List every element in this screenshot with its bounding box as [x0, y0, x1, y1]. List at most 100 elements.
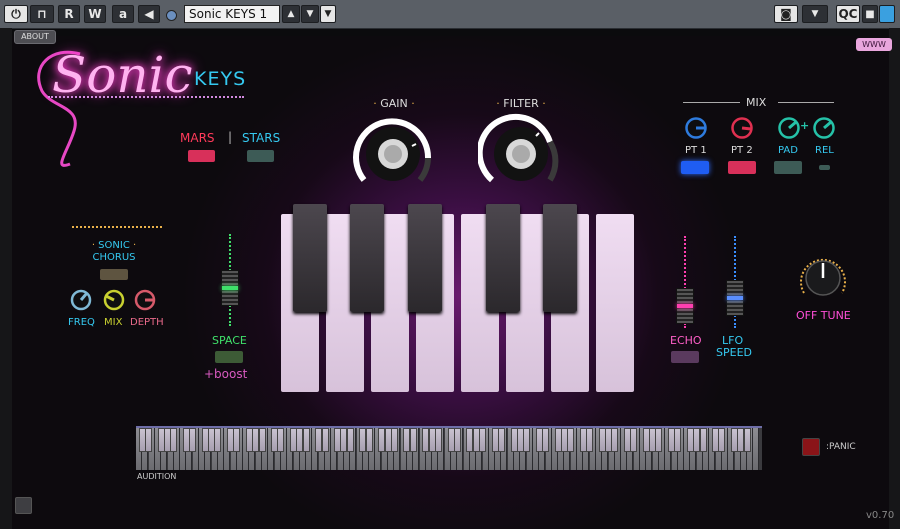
- rel-toggle[interactable]: [819, 165, 830, 170]
- depth-knob-icon: [134, 289, 156, 311]
- panic-label: :PANIC: [826, 442, 856, 452]
- resize-button[interactable]: [15, 497, 32, 514]
- piano-black-key[interactable]: [486, 204, 520, 312]
- piano-black-key[interactable]: [408, 204, 442, 312]
- echo-fader[interactable]: [676, 288, 694, 324]
- settings-menu-button[interactable]: ▼: [802, 5, 828, 23]
- chorus-toggle[interactable]: [100, 269, 128, 280]
- back-arrow-button[interactable]: ◀: [138, 5, 160, 23]
- audition-black-key[interactable]: [497, 428, 505, 452]
- audition-black-key[interactable]: [170, 428, 178, 452]
- audition-black-key[interactable]: [542, 428, 549, 452]
- version-label: v0.70: [866, 510, 895, 521]
- echo-toggle[interactable]: [671, 351, 699, 363]
- mix-rule-left: [683, 102, 740, 103]
- audition-black-key[interactable]: [189, 428, 197, 452]
- chorus-dotted-line: [72, 226, 162, 228]
- pt1-label: PT 1: [685, 145, 707, 156]
- audition-black-key[interactable]: [699, 428, 707, 452]
- window-mode-button[interactable]: [879, 5, 895, 23]
- www-button[interactable]: WWW: [856, 38, 892, 51]
- pt2-knob[interactable]: [730, 116, 754, 140]
- preset-menu-button[interactable]: ▼: [320, 5, 336, 23]
- audition-black-key[interactable]: [611, 428, 619, 452]
- bypass-icon: ⊓: [37, 7, 47, 21]
- boost-label[interactable]: +boost: [204, 367, 247, 381]
- read-automation-button[interactable]: R: [58, 5, 80, 23]
- audition-black-key[interactable]: [743, 428, 751, 452]
- pt2-knob-icon: [731, 117, 753, 139]
- audition-keyboard[interactable]: [136, 426, 762, 470]
- echo-label: ECHO: [670, 334, 702, 347]
- stars-label: STARS: [242, 131, 281, 145]
- pt1-knob[interactable]: [684, 116, 708, 140]
- chorus-mix-knob[interactable]: [103, 289, 125, 311]
- audition-black-key[interactable]: [258, 428, 266, 452]
- audition-black-key[interactable]: [409, 428, 417, 452]
- rel-label: REL: [815, 145, 834, 156]
- preset-prev-button[interactable]: ▲: [282, 5, 300, 23]
- audition-white-key[interactable]: [753, 428, 760, 470]
- audition-black-key[interactable]: [479, 428, 486, 452]
- chorus-depth-knob[interactable]: [134, 289, 156, 311]
- chorus-freq-knob[interactable]: [70, 289, 92, 311]
- lock-button[interactable]: ■: [862, 5, 878, 23]
- filter-knob[interactable]: [476, 112, 564, 192]
- camera-button[interactable]: ◙: [774, 5, 798, 23]
- piano-black-key[interactable]: [350, 204, 384, 312]
- piano-white-key[interactable]: [596, 214, 634, 392]
- audition-black-key[interactable]: [434, 428, 442, 452]
- audition-black-key[interactable]: [630, 428, 638, 452]
- audition-black-key[interactable]: [321, 428, 329, 452]
- audition-black-key[interactable]: [214, 428, 222, 452]
- pt1-knob-icon: [685, 117, 707, 139]
- space-label: SPACE: [212, 334, 247, 347]
- preset-name-field[interactable]: Sonic KEYS 1: [184, 5, 280, 23]
- piano-black-key[interactable]: [293, 204, 327, 312]
- audition-black-key[interactable]: [718, 428, 726, 452]
- audition-black-key[interactable]: [523, 428, 531, 452]
- mode-separator: |: [228, 130, 233, 144]
- mix-title: MIX: [746, 96, 767, 109]
- gain-knob[interactable]: [350, 112, 436, 192]
- freq-knob-icon: [70, 289, 92, 311]
- bypass-button[interactable]: ⊓: [30, 5, 54, 23]
- audition-black-key[interactable]: [655, 428, 663, 452]
- audition-black-key[interactable]: [145, 428, 153, 452]
- rel-knob[interactable]: [812, 116, 836, 140]
- audition-black-key[interactable]: [567, 428, 575, 452]
- audition-black-key[interactable]: [586, 428, 594, 452]
- power-button[interactable]: ⏻: [4, 5, 28, 23]
- depth-label: DEPTH: [130, 317, 164, 328]
- lfo-label-line2: SPEED: [716, 346, 752, 359]
- audition-label: AUDITION: [137, 472, 177, 481]
- audition-black-key[interactable]: [302, 428, 310, 452]
- off-tune-knob[interactable]: [796, 253, 850, 303]
- space-fader[interactable]: [221, 270, 239, 306]
- pad-label: PAD: [778, 145, 798, 156]
- audition-black-key[interactable]: [365, 428, 373, 452]
- pt2-toggle[interactable]: [728, 161, 756, 174]
- piano-black-key[interactable]: [543, 204, 577, 312]
- write-automation-button[interactable]: W: [84, 5, 106, 23]
- space-toggle[interactable]: [215, 351, 243, 363]
- lfo-speed-fader[interactable]: [726, 280, 744, 316]
- audition-black-key[interactable]: [346, 428, 354, 452]
- quick-controls-button[interactable]: QC: [836, 5, 860, 23]
- stars-button[interactable]: [247, 150, 274, 162]
- pt1-toggle[interactable]: [681, 161, 709, 174]
- pad-knob[interactable]: [777, 116, 801, 140]
- audition-black-key[interactable]: [390, 428, 398, 452]
- preset-next-button[interactable]: ▼: [301, 5, 319, 23]
- audition-black-key[interactable]: [233, 428, 241, 452]
- brand-keys-text: KEYS: [194, 68, 247, 90]
- filter-label: · FILTER ·: [496, 97, 546, 110]
- audition-black-key[interactable]: [674, 428, 682, 452]
- mars-button[interactable]: [188, 150, 215, 162]
- audition-black-key[interactable]: [277, 428, 285, 452]
- a-b-compare-button[interactable]: a: [112, 5, 134, 23]
- audition-black-key[interactable]: [453, 428, 461, 452]
- chorus-mix-label: MIX: [104, 317, 123, 328]
- pad-toggle[interactable]: [774, 161, 802, 174]
- panic-button[interactable]: [802, 438, 820, 456]
